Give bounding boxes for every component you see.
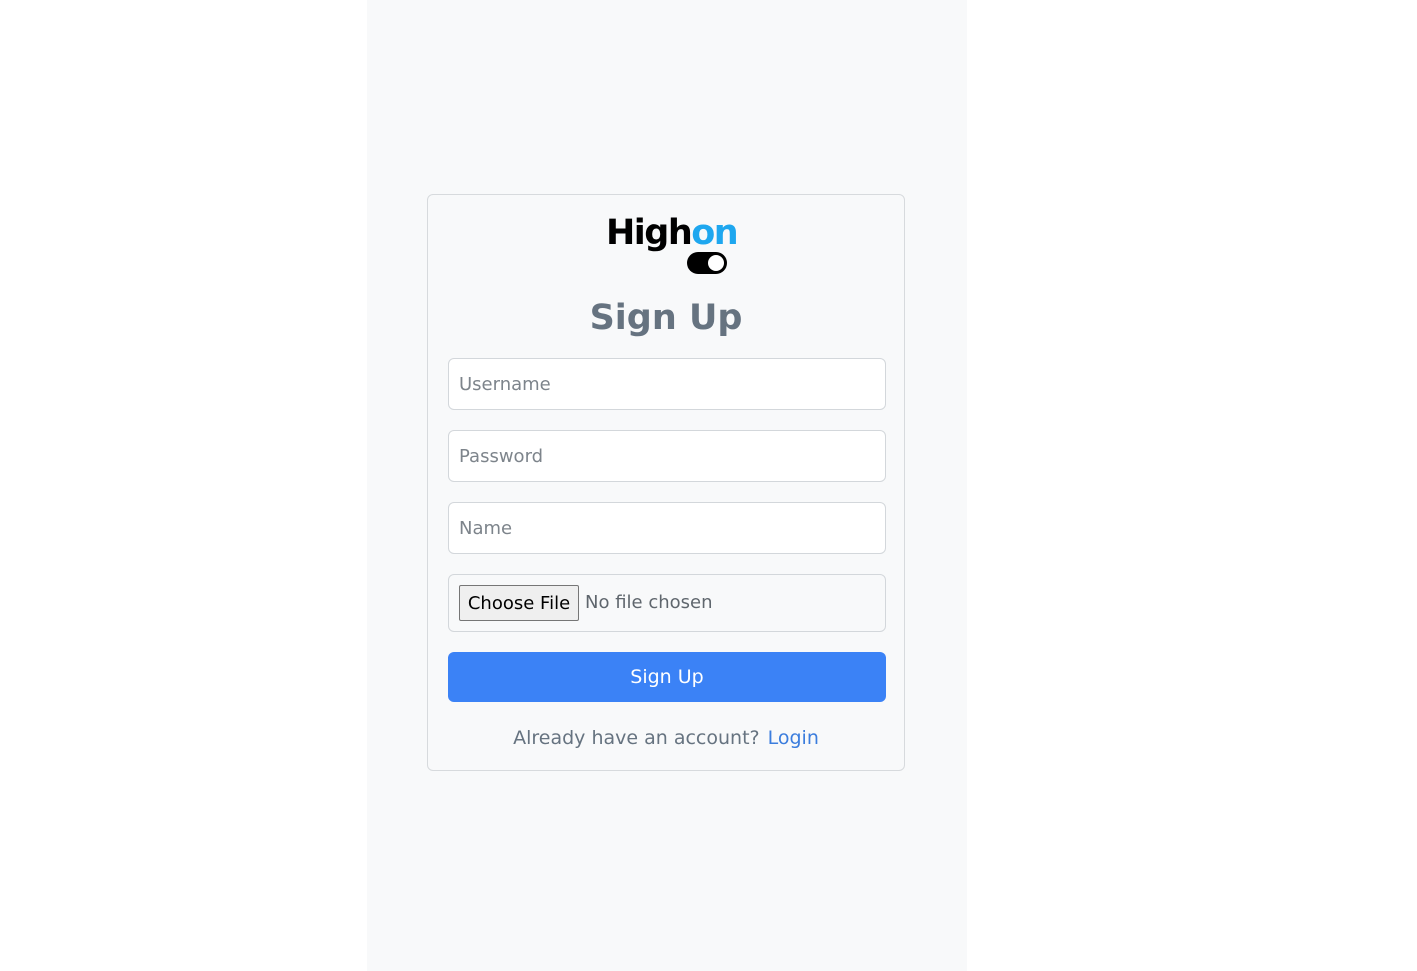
logo-text-on: on (691, 213, 738, 253)
login-prompt: Already have an account? Login (428, 723, 904, 753)
brand-logo: Highon (606, 213, 739, 275)
username-input[interactable] (448, 358, 886, 410)
logo-text-high: High (606, 213, 693, 253)
logo-wordmark: Highon (606, 213, 739, 253)
choose-file-button[interactable]: Choose File (459, 585, 579, 621)
name-input[interactable] (448, 502, 886, 554)
signup-button[interactable]: Sign Up (448, 652, 886, 702)
login-prompt-text: Already have an account? (513, 727, 760, 749)
page-title: Sign Up (589, 298, 743, 338)
toggle-icon (687, 252, 727, 274)
login-link[interactable]: Login (768, 727, 819, 749)
password-input[interactable] (448, 430, 886, 482)
file-status-text: No file chosen (585, 592, 713, 613)
file-input[interactable]: Choose File No file chosen (448, 574, 886, 632)
signup-card: Highon Sign Up Choose File No file chose… (427, 194, 905, 771)
